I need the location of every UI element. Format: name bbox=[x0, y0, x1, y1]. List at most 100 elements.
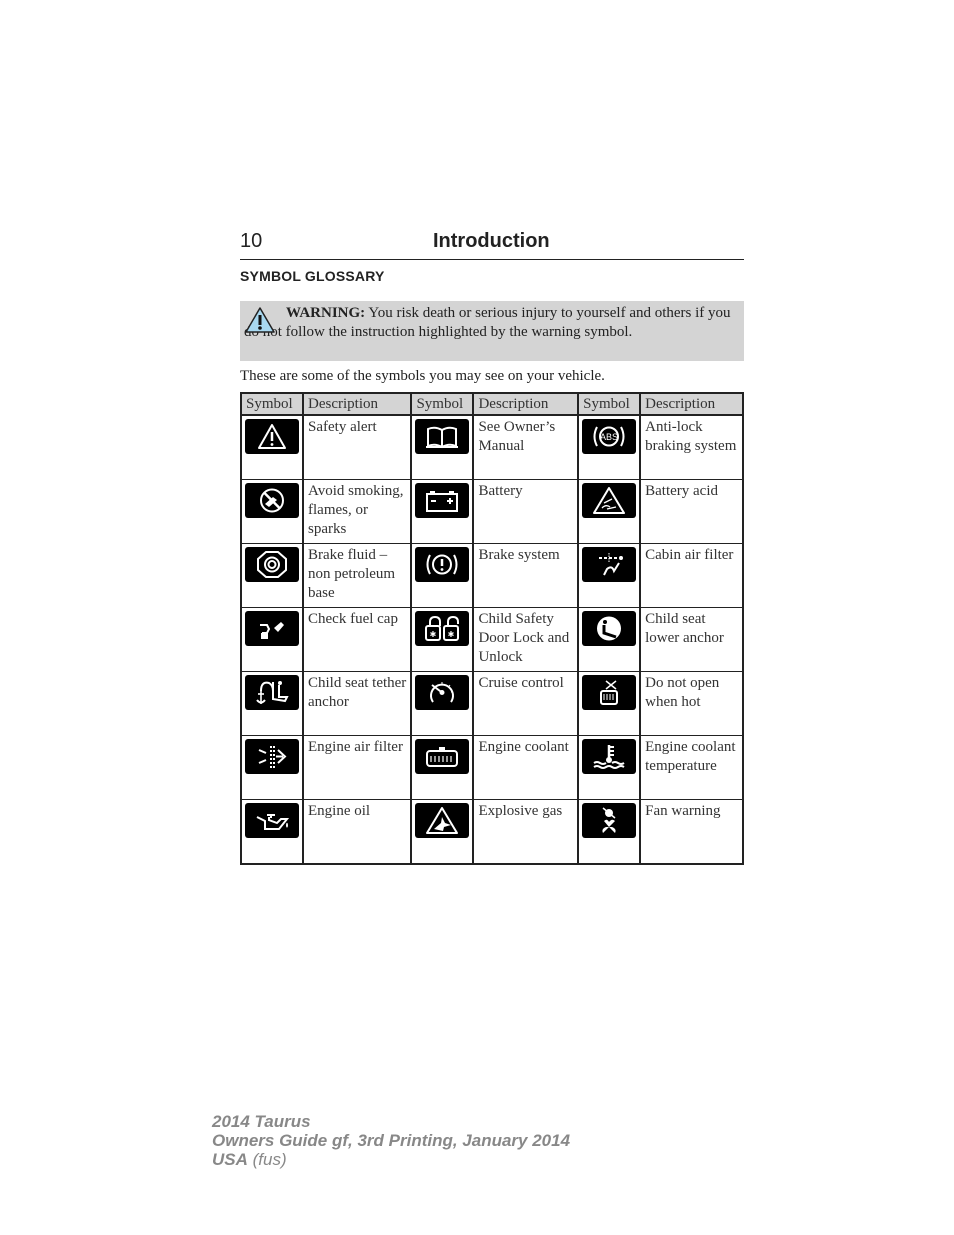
description-cell: Engine coolant temperature bbox=[639, 735, 743, 800]
footer: 2014 Taurus Owners Guide gf, 3rd Printin… bbox=[212, 1112, 570, 1169]
child-seat-lower-anchor-icon-glyph bbox=[597, 616, 622, 641]
description-cell: Battery bbox=[472, 479, 579, 544]
description-cell: Cabin air filter bbox=[639, 543, 743, 608]
description-cell: Child seat lower anchor bbox=[639, 607, 743, 672]
footer-region: USA (fus) bbox=[212, 1150, 570, 1169]
cabin-air-filter-icon bbox=[582, 547, 637, 582]
description-cell: Battery acid bbox=[639, 479, 743, 544]
symbol-cell bbox=[241, 414, 303, 480]
explosive-gas-icon bbox=[415, 803, 470, 838]
warning-label: WARNING: bbox=[286, 305, 366, 321]
description-cell: Engine air filter bbox=[301, 735, 412, 800]
column-header: Description bbox=[639, 393, 743, 416]
footer-region-code: USA bbox=[212, 1150, 248, 1169]
engine-air-filter-icon bbox=[245, 739, 299, 774]
symbol-cell bbox=[241, 607, 303, 672]
description-cell: Avoid smoking, flames, or sparks bbox=[301, 479, 412, 544]
brake-system-icon bbox=[415, 547, 470, 582]
child-safety-lock-icon-glyph: ✱ ✱ bbox=[425, 615, 460, 641]
symbol-cell bbox=[241, 543, 303, 608]
cabin-air-filter-icon-glyph bbox=[599, 553, 624, 576]
child-seat-tether-icon-glyph bbox=[256, 681, 289, 704]
description-cell: Child seat tether anchor bbox=[301, 671, 412, 736]
symbol-cell bbox=[410, 543, 474, 608]
column-header: Symbol bbox=[410, 393, 474, 416]
column-header: Description bbox=[472, 393, 579, 416]
description-cell: Check fuel cap bbox=[301, 607, 412, 672]
table-row: Engine oil Explosive gas Fan warning bbox=[241, 799, 743, 864]
section-title: SYMBOL GLOSSARY bbox=[240, 268, 385, 284]
symbol-glossary-table: Symbol Description Symbol Description Sy… bbox=[240, 392, 744, 865]
child-safety-lock-icon: ✱ ✱ bbox=[415, 611, 470, 646]
engine-oil-icon bbox=[245, 803, 299, 838]
svg-text:✱: ✱ bbox=[448, 630, 455, 639]
child-seat-tether-icon bbox=[245, 675, 299, 710]
abs-icon: ABS bbox=[582, 419, 637, 454]
brake-fluid-icon bbox=[245, 547, 299, 582]
symbol-cell bbox=[241, 671, 303, 736]
symbol-cell: ABS bbox=[577, 414, 641, 480]
battery-icon-glyph bbox=[426, 491, 459, 512]
symbol-cell bbox=[410, 799, 474, 864]
no-smoking-icon-glyph bbox=[260, 488, 284, 513]
footer-model: 2014 Taurus bbox=[212, 1112, 311, 1131]
cruise-control-icon bbox=[415, 675, 470, 710]
symbol-cell bbox=[577, 799, 641, 864]
symbol-cell bbox=[410, 479, 474, 544]
coolant-temperature-icon bbox=[582, 739, 637, 774]
battery-acid-icon-glyph bbox=[593, 487, 626, 514]
page-number: 10 bbox=[240, 230, 263, 252]
table-row: Check fuel cap ✱ ✱ Child Safety Door Lock a… bbox=[241, 607, 743, 672]
page-title: Introduction bbox=[433, 230, 550, 252]
description-cell: Anti-lock braking system bbox=[639, 414, 743, 480]
table-header-row: Symbol Description Symbol Description Sy… bbox=[241, 393, 743, 416]
engine-coolant-icon bbox=[415, 739, 470, 774]
engine-air-filter-icon-glyph bbox=[258, 746, 287, 768]
symbol-cell: ✱ ✱ bbox=[410, 607, 474, 672]
description-cell: Engine coolant bbox=[472, 735, 579, 800]
description-cell: Brake system bbox=[472, 543, 579, 608]
svg-text:ABS: ABS bbox=[600, 432, 618, 442]
page-header: 10 Introduction bbox=[240, 229, 744, 260]
cruise-control-icon-glyph bbox=[430, 682, 455, 703]
battery-icon bbox=[415, 483, 470, 518]
no-smoking-icon bbox=[245, 483, 299, 518]
safety-alert-icon bbox=[245, 419, 299, 454]
table-row: Child seat tether anchor Cruise control Do… bbox=[241, 671, 743, 736]
description-cell: Engine oil bbox=[301, 799, 412, 864]
symbol-cell bbox=[577, 735, 641, 800]
fan-warning-icon bbox=[582, 803, 637, 838]
explosive-gas-icon-glyph bbox=[426, 807, 459, 834]
table-row: Safety alert See Owner’s Manual ABS Anti-lo… bbox=[241, 414, 743, 480]
symbol-cell bbox=[241, 735, 303, 800]
do-not-open-hot-icon-glyph bbox=[600, 680, 619, 705]
description-cell: See Owner’s Manual bbox=[472, 414, 579, 480]
symbol-cell bbox=[410, 735, 474, 800]
footer-region-suffix: (fus) bbox=[247, 1150, 287, 1169]
symbol-cell bbox=[577, 671, 641, 736]
owners-manual-icon bbox=[415, 419, 470, 454]
warning-text: WARNING: You risk death or serious injur… bbox=[244, 304, 740, 342]
engine-oil-icon-glyph bbox=[256, 814, 290, 830]
description-cell: Explosive gas bbox=[472, 799, 579, 864]
warning-triangle-icon bbox=[245, 307, 275, 333]
symbol-cell bbox=[577, 607, 641, 672]
svg-text:✱: ✱ bbox=[430, 630, 437, 639]
brake-system-icon-glyph bbox=[426, 554, 458, 575]
do-not-open-hot-icon bbox=[582, 675, 637, 710]
coolant-temperature-icon-glyph bbox=[593, 745, 625, 769]
child-seat-lower-anchor-icon bbox=[582, 611, 637, 646]
symbol-cell bbox=[241, 479, 303, 544]
fan-warning-icon-glyph bbox=[602, 807, 616, 833]
table-row: Avoid smoking, flames, or sparks Battery B… bbox=[241, 479, 743, 544]
symbol-cell bbox=[241, 799, 303, 864]
abs-icon-glyph: ABS bbox=[593, 426, 625, 447]
description-cell: Brake fluid – non petroleum base bbox=[301, 543, 412, 608]
footer-edition: Owners Guide gf, 3rd Printing, January 2… bbox=[212, 1131, 571, 1150]
table-row: Brake fluid – non petroleum base Brake sy… bbox=[241, 543, 743, 608]
column-header: Symbol bbox=[241, 393, 303, 416]
fuel-cap-icon-glyph bbox=[260, 622, 284, 639]
description-cell: Cruise control bbox=[472, 671, 579, 736]
symbol-cell bbox=[410, 414, 474, 480]
warning-box: WARNING: You risk death or serious injur… bbox=[240, 301, 744, 361]
